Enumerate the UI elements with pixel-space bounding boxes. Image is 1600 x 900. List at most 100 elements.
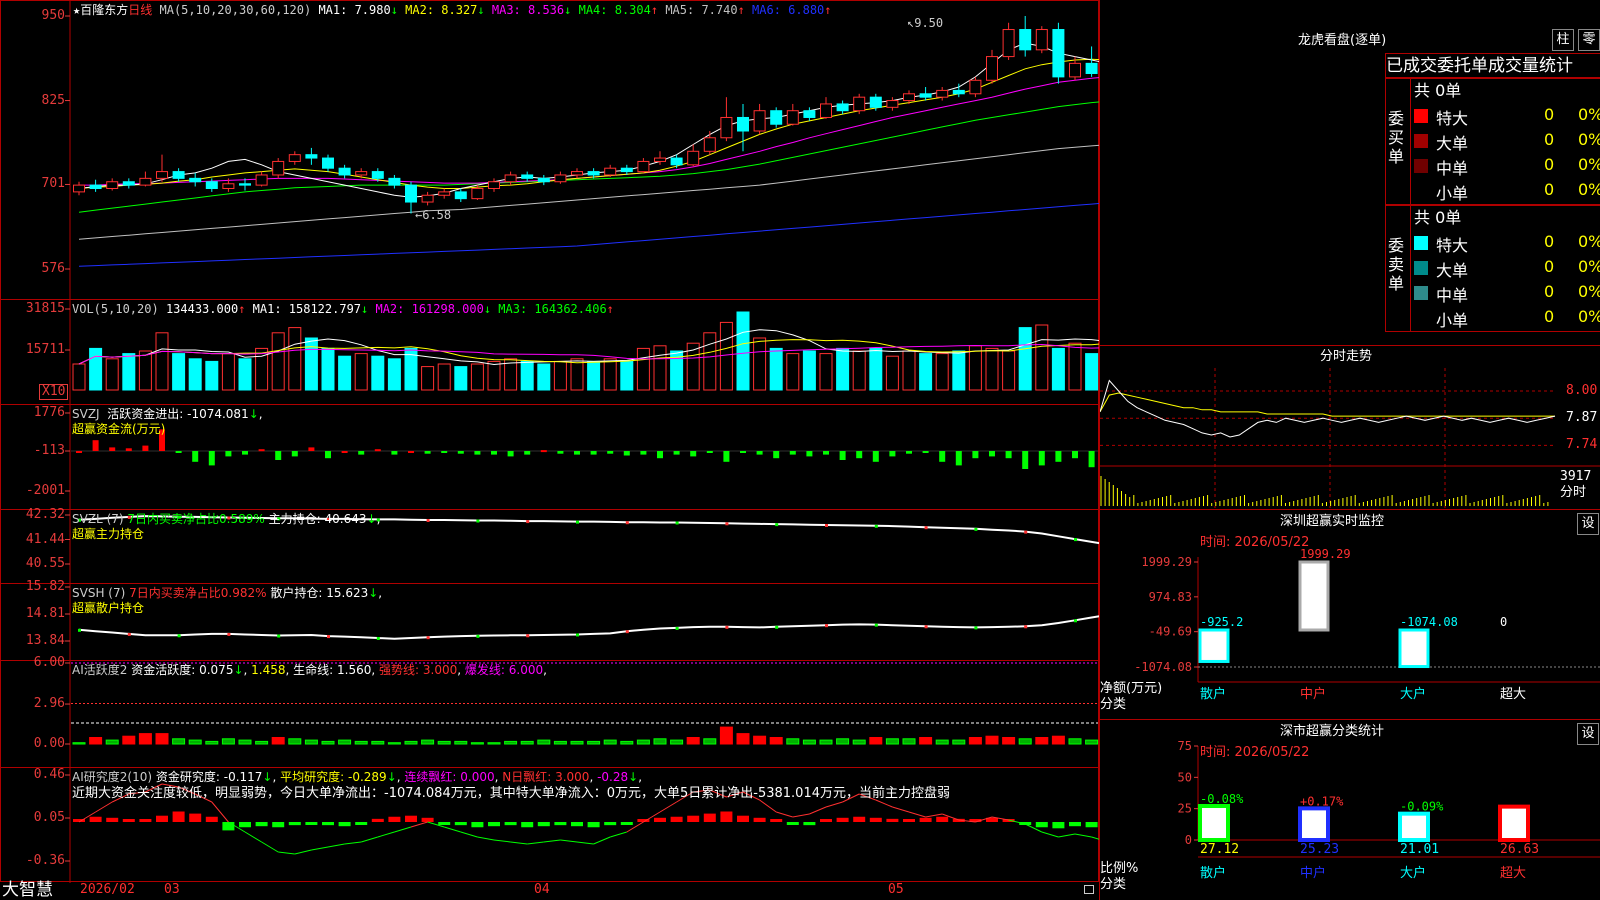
activity-bar	[470, 742, 484, 745]
research-bar	[903, 819, 915, 822]
realtime-monitor-panel[interactable]: 深圳超赢实时监控 设 时间: 2026/05/22 1999.29 974.83-…	[1100, 510, 1600, 720]
kline-panel[interactable]: ★百隆东方日线 MA(5,10,20,30,60,120) MA1: 7.980…	[0, 0, 1100, 301]
svzl-dot	[874, 524, 878, 528]
intraday-chart[interactable]	[1100, 368, 1600, 508]
research-line	[394, 826, 412, 833]
research-bar	[388, 816, 401, 822]
classify-panel[interactable]: 深市超赢分类统计 设 时间: 2026/05/22 75 50 25 0 -0.08% 2…	[1100, 720, 1600, 900]
svsh-dot	[825, 624, 828, 628]
activity-bar	[72, 742, 86, 745]
candle-body	[919, 93, 932, 98]
color-swatch	[1414, 159, 1428, 173]
svsh-dot	[924, 625, 928, 629]
ma-value-4: MA4: 8.304	[571, 3, 651, 17]
tab-orders[interactable]: 委托单	[1437, 56, 1488, 76]
kline-chart[interactable]	[1, 1, 1100, 301]
volume-bar	[935, 353, 949, 391]
ma-value-5: MA5: 7.740	[658, 3, 738, 17]
candle-body	[1035, 29, 1048, 51]
candle-body	[853, 96, 866, 112]
candle-body	[869, 96, 882, 108]
svsh-dot	[576, 633, 579, 637]
color-swatch	[1414, 184, 1428, 198]
order-count: 0	[1544, 130, 1555, 149]
kline-tick: 825	[41, 92, 65, 108]
monitor-cat-label: 分类	[1100, 697, 1127, 712]
candle-body	[803, 110, 816, 118]
order-size-label: 小单	[1436, 311, 1469, 330]
research-line	[510, 841, 528, 845]
date-label-start: 2026/02	[80, 882, 135, 897]
order-count: 0	[1544, 282, 1555, 301]
fund-flow-bar	[258, 449, 265, 452]
candle-body	[438, 191, 451, 196]
svzj-panel[interactable]: SVZJ 活跃资金进出: -1074.081↓, 超赢资金流(万元) 1776 -…	[0, 404, 1099, 511]
ai-research-panel[interactable]: AI研究度2(10) 资金研究度: -0.117↓, 平均研究度: -0.289…	[0, 767, 1100, 883]
research-line	[809, 806, 827, 815]
stack-mode-button[interactable]: 零	[1578, 29, 1600, 51]
activity-bar	[753, 735, 767, 745]
svzl-panel[interactable]: SVZL (7) 7日内买卖净占比0.589% 主力持仓: 40.643↓, 超…	[0, 507, 1100, 585]
activity-bar	[653, 738, 667, 745]
fund-flow-bar	[1022, 451, 1029, 469]
activity-bar	[587, 740, 601, 745]
volume-bar	[736, 311, 750, 391]
order-size-label: 小单	[1436, 184, 1469, 203]
fund-flow-bar	[341, 451, 348, 453]
volume-bar	[89, 347, 103, 391]
research-bar	[106, 817, 119, 822]
candle-body	[89, 184, 102, 189]
svzl-dot	[476, 519, 480, 523]
sell-orders-group: 委卖单 共 0单 特大 0 0% 大单 0 0% 中单 0 0% 小单 0 0%	[1385, 205, 1600, 332]
fund-flow-bar	[192, 451, 199, 462]
svsh-dot	[1024, 625, 1028, 629]
candle-body	[504, 174, 517, 183]
candle-body	[1085, 62, 1098, 74]
volume-bar	[221, 353, 235, 391]
candle-body	[836, 103, 849, 112]
intraday-panel[interactable]: 分时走势 8.00 7.87 7.74 3917 分时	[1100, 345, 1600, 510]
research-bar	[537, 822, 550, 827]
volume-panel[interactable]: VOL(5,10,20) 134433.000↑ MA1: 158122.797…	[0, 299, 1100, 406]
svzl-dot	[775, 523, 779, 527]
fund-flow-bar	[806, 451, 813, 457]
monitor-net-label: 净额(万元)	[1100, 681, 1163, 696]
research-bar	[886, 818, 899, 822]
candle-body	[604, 167, 617, 176]
fund-flow-bar	[275, 451, 282, 460]
svsh-dot	[426, 636, 430, 640]
order-pct: 0%	[1578, 282, 1600, 301]
monitor-chart[interactable]: 1999.29 974.83 -49.69 -1074.08 -925.2 散户 1999.…	[1100, 510, 1600, 720]
order-count: 0	[1544, 180, 1555, 199]
volume-bar	[454, 366, 468, 391]
activity-bar	[686, 737, 700, 745]
ai2-chart[interactable]	[1, 661, 1100, 769]
candle-body	[554, 174, 567, 183]
classify-chart[interactable]: 75 50 25 0 -0.08% 27.12 散户 +0.17% 25.23 中户 -0.09% 2…	[1100, 720, 1600, 900]
intraday-title: 分时走势	[1320, 349, 1373, 364]
volume-bar	[1035, 324, 1049, 391]
fund-flow-bar	[125, 448, 132, 451]
ma-params: MA(5,10,20,30,60,120)	[159, 3, 312, 17]
buy_group-row: 中单 0 0%	[1414, 155, 1600, 179]
tab-filled[interactable]: 已成交	[1386, 56, 1437, 76]
research-line	[460, 831, 478, 838]
activity-bar	[570, 740, 584, 745]
ma-arrow-6: ↑	[824, 3, 832, 17]
bar-mode-button[interactable]: 柱	[1552, 29, 1574, 51]
activity-bar	[371, 740, 385, 745]
candle-body	[936, 89, 949, 98]
svsh-panel[interactable]: SVSH (7) 7日内买卖净占比0.982% 散户持仓: 15.623↓, 超…	[0, 579, 1100, 662]
candle-body	[969, 79, 982, 95]
research-bar	[919, 817, 932, 822]
volume-bar	[703, 332, 717, 391]
candle-body	[1069, 62, 1081, 78]
activity-bar	[620, 740, 634, 745]
research-bar	[753, 817, 766, 822]
lock-icon[interactable]	[1084, 885, 1094, 894]
ai2-panel[interactable]: AI活跃度2 资金活跃度: 0.075↓, 1.458, 生命线: 1.560,…	[0, 655, 1100, 769]
tab-volume-stats[interactable]: 成交量统计	[1488, 56, 1573, 76]
candle-body	[654, 157, 666, 162]
activity-bar	[155, 733, 169, 745]
svzl-dot	[725, 522, 729, 526]
